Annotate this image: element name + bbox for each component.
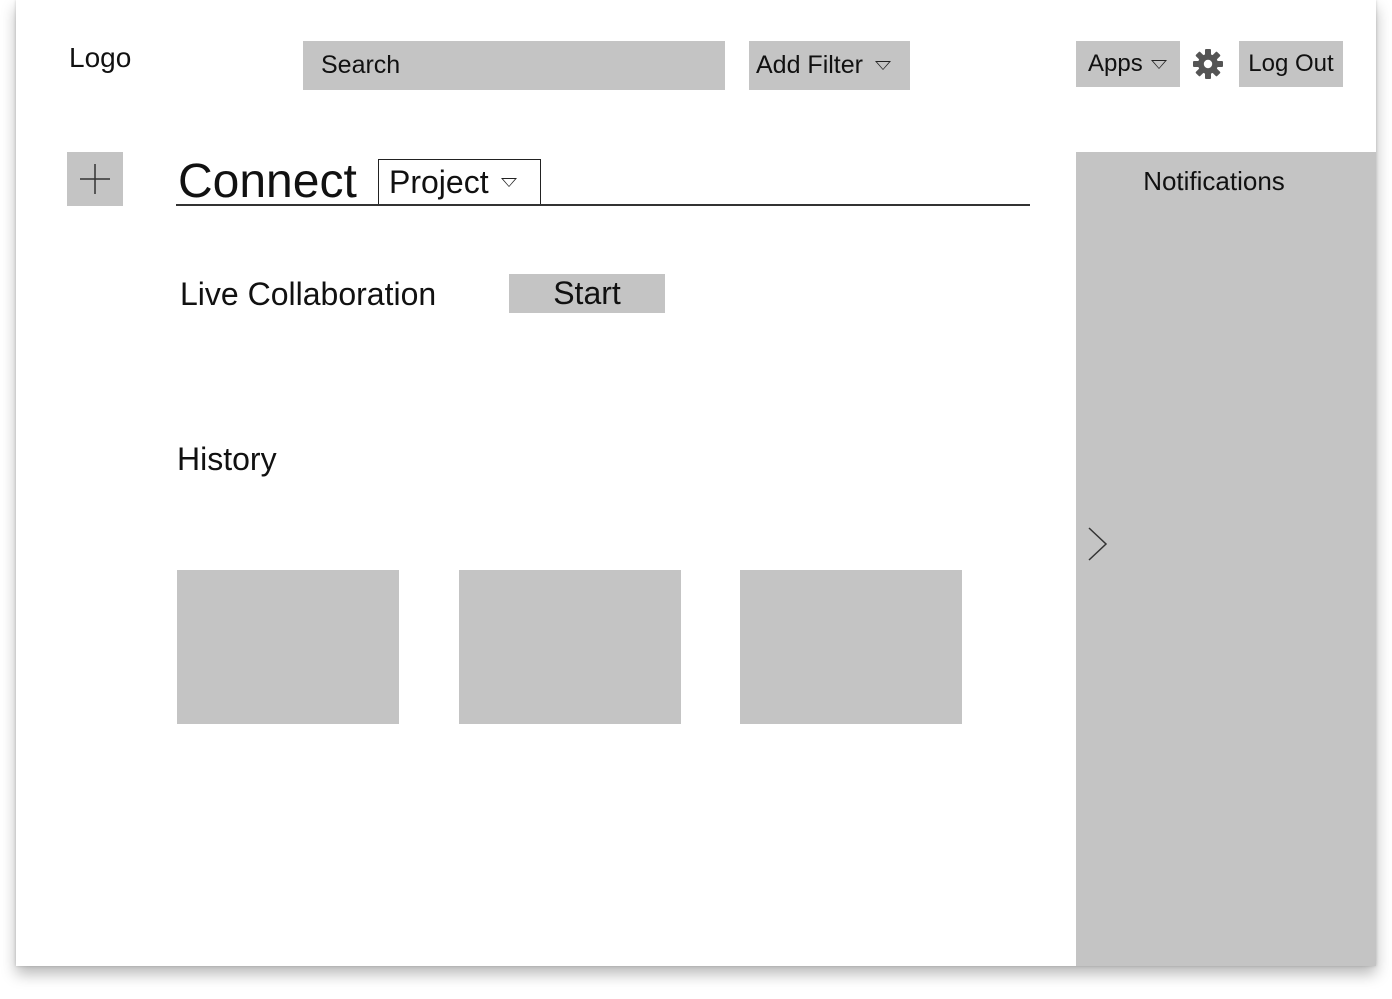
project-label: Project bbox=[389, 164, 489, 200]
project-dropdown[interactable]: Project bbox=[378, 159, 541, 205]
gear-icon[interactable] bbox=[1192, 48, 1224, 80]
notifications-title: Notifications bbox=[1143, 166, 1285, 196]
history-card[interactable] bbox=[740, 570, 962, 724]
chevron-down-icon bbox=[1150, 59, 1167, 69]
history-card[interactable] bbox=[459, 570, 681, 724]
logout-button[interactable]: Log Out bbox=[1239, 41, 1343, 87]
page-title: Connect bbox=[178, 155, 357, 208]
plus-icon bbox=[80, 164, 110, 194]
chevron-down-icon bbox=[874, 61, 891, 70]
add-button[interactable] bbox=[67, 152, 123, 206]
apps-dropdown[interactable]: Apps bbox=[1076, 41, 1180, 87]
add-filter-label: Add Filter bbox=[756, 51, 863, 79]
chevron-right-icon[interactable] bbox=[1086, 526, 1110, 562]
history-label: History bbox=[177, 441, 277, 477]
title-divider bbox=[176, 204, 1030, 206]
start-button[interactable]: Start bbox=[509, 274, 665, 313]
notifications-panel: Notifications bbox=[1076, 152, 1376, 966]
history-card[interactable] bbox=[177, 570, 399, 724]
app-window: Logo Add Filter Apps Log Out Connect bbox=[16, 0, 1376, 966]
logo: Logo bbox=[69, 42, 132, 73]
add-filter-dropdown[interactable]: Add Filter bbox=[749, 41, 910, 90]
apps-label: Apps bbox=[1088, 50, 1143, 77]
search-input[interactable] bbox=[303, 41, 725, 90]
chevron-down-icon bbox=[500, 178, 517, 187]
live-collaboration-label: Live Collaboration bbox=[180, 276, 437, 312]
